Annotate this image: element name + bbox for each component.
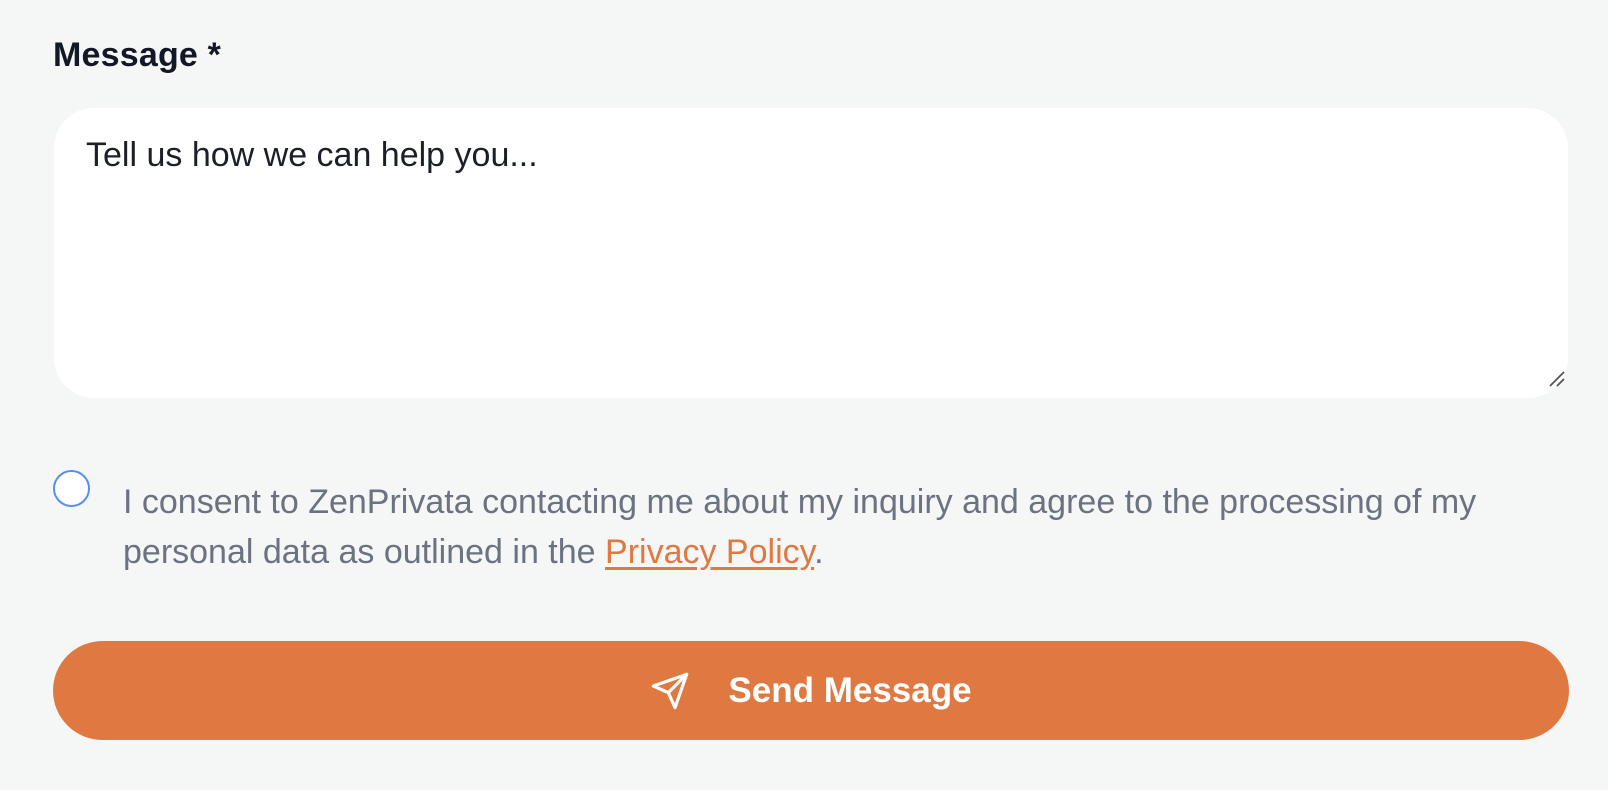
send-icon [652,672,689,709]
consent-text-end: . [814,533,824,571]
privacy-policy-link[interactable]: Privacy Policy [605,533,814,571]
send-message-button[interactable]: Send Message [53,641,1569,740]
message-label: Message * [53,36,222,74]
message-field-container [54,108,1568,398]
message-textarea[interactable] [54,108,1568,398]
consent-radio[interactable] [53,470,90,507]
resize-handle-icon[interactable] [1546,368,1566,388]
consent-text: I consent to ZenPrivata contacting me ab… [123,477,1573,577]
send-message-label: Send Message [728,670,972,710]
